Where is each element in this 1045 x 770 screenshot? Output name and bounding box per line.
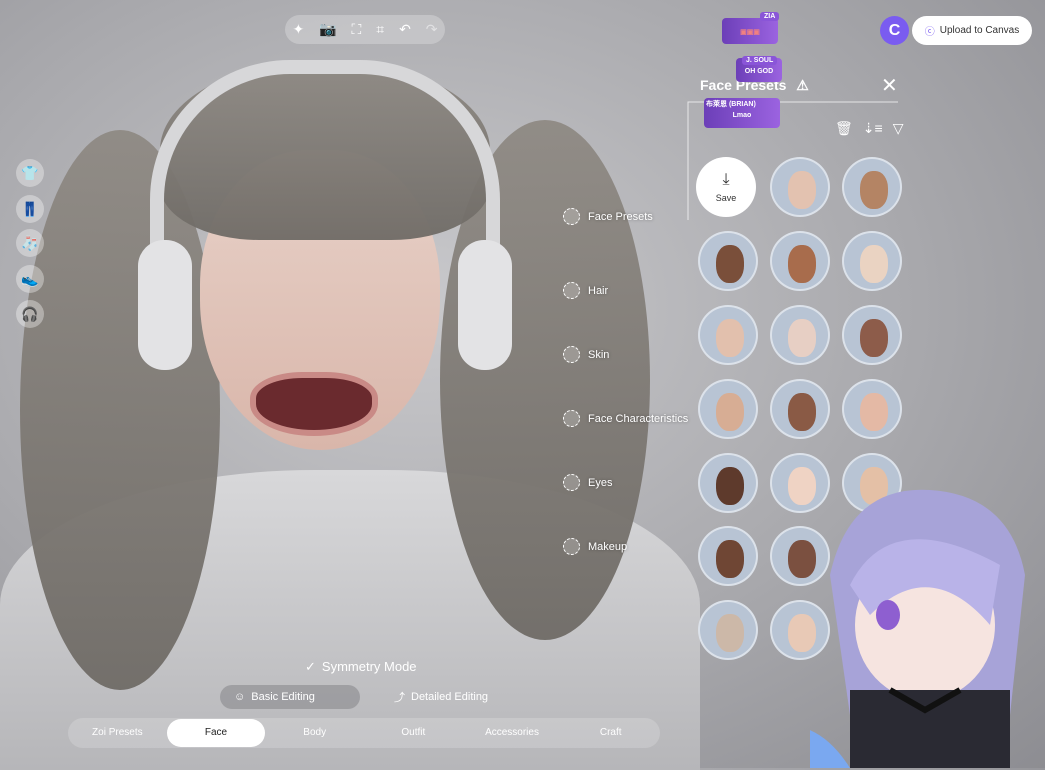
tab-zoi-presets[interactable]: Zoi Presets: [68, 719, 167, 747]
detailed-editing-button[interactable]: ⤴ Detailed Editing: [380, 685, 520, 709]
symmetry-mode-toggle[interactable]: ✓ Symmetry Mode: [305, 659, 417, 675]
face-preset[interactable]: [770, 305, 830, 365]
save-label: Save: [715, 193, 737, 203]
close-icon[interactable]: ✕: [881, 73, 898, 98]
curve-arrow-icon: ⤴: [394, 692, 405, 704]
menu-face-presets[interactable]: Face Presets: [563, 208, 653, 225]
panel-actions: 🗑 ⇣≡ ▽: [835, 120, 903, 137]
basic-label: Basic Editing: [251, 691, 315, 703]
sparkle-icon[interactable]: ✦: [292, 21, 304, 38]
tab-accessories[interactable]: Accessories: [463, 719, 562, 747]
canvas-logo-icon[interactable]: C: [880, 16, 909, 45]
face-preset[interactable]: [842, 231, 902, 291]
menu-makeup[interactable]: Makeup: [563, 538, 627, 555]
face-preset[interactable]: [698, 231, 758, 291]
menu-dot-icon: [563, 346, 580, 363]
headphone-cup-left: [138, 240, 192, 370]
face-preset[interactable]: [770, 231, 830, 291]
tab-craft[interactable]: Craft: [561, 719, 660, 747]
download-icon: ⤓: [722, 171, 730, 188]
face-preset[interactable]: [842, 157, 902, 217]
menu-label: Skin: [588, 348, 610, 361]
vtuber-avatar: [810, 489, 1025, 768]
tab-face[interactable]: Face: [166, 719, 266, 747]
character-mouth: [250, 372, 378, 436]
redo-icon[interactable]: ↷: [426, 21, 438, 38]
chat-message: ZIA ▣▣▣: [722, 12, 780, 44]
menu-skin[interactable]: Skin: [563, 346, 609, 363]
canvas-icon: ⓒ: [924, 27, 935, 38]
menu-label: Hair: [588, 284, 609, 297]
headphone-cup-right: [458, 240, 512, 370]
face-preset[interactable]: [842, 305, 902, 365]
menu-dot-icon: [563, 208, 580, 225]
upload-to-canvas-button[interactable]: ⓒ Upload to Canvas: [912, 16, 1032, 45]
menu-dot-icon: [563, 282, 580, 299]
face-icon: ☺: [234, 691, 246, 703]
delete-icon[interactable]: 🗑: [835, 120, 853, 137]
check-circle-icon: ✓: [305, 659, 316, 674]
menu-eyes[interactable]: Eyes: [563, 474, 612, 491]
symmetry-label: Symmetry Mode: [321, 659, 417, 674]
face-preset[interactable]: [698, 526, 758, 586]
socks-icon[interactable]: 🧦: [16, 229, 44, 257]
tab-body[interactable]: Body: [265, 719, 364, 747]
focus-icon[interactable]: ⛶: [352, 21, 362, 38]
face-preset[interactable]: [770, 379, 830, 439]
upload-label: Upload to Canvas: [939, 25, 1020, 36]
character-headphones: [150, 60, 500, 310]
face-preset[interactable]: [698, 379, 758, 439]
chat-message: J. SOUL OH GOD: [736, 56, 782, 82]
headphone-icon[interactable]: 🎧: [16, 300, 44, 328]
top-icon[interactable]: 👕: [16, 159, 44, 187]
shoes-icon[interactable]: 👟: [16, 265, 44, 293]
undo-icon[interactable]: ↶: [399, 21, 411, 38]
basic-editing-button[interactable]: ☺ Basic Editing: [220, 685, 360, 709]
warning-icon[interactable]: ⚠: [796, 77, 809, 93]
face-preset[interactable]: [698, 305, 758, 365]
face-preset[interactable]: [842, 379, 902, 439]
category-tabs: Zoi Presets Face Body Outfit Accessories…: [68, 718, 660, 748]
chat-message: 布萊恩 (BRIAN) Lmao: [704, 98, 780, 128]
menu-label: Makeup: [588, 540, 628, 553]
scan-icon[interactable]: ⌗: [376, 21, 384, 38]
menu-label: Eyes: [588, 476, 613, 489]
save-button[interactable]: ⤓ Save: [696, 157, 756, 217]
menu-label: Face Characteristics: [588, 412, 689, 425]
camera-icon[interactable]: 📷: [319, 21, 336, 38]
menu-dot-icon: [563, 474, 580, 491]
menu-label: Face Presets: [588, 210, 653, 223]
filter-icon[interactable]: ▽: [893, 120, 904, 137]
menu-face-characteristics[interactable]: Face Characteristics: [563, 410, 688, 427]
face-preset[interactable]: [698, 453, 758, 513]
menu-hair[interactable]: Hair: [563, 282, 608, 299]
face-preset[interactable]: [770, 157, 830, 217]
sort-icon[interactable]: ⇣≡: [863, 120, 883, 137]
tab-outfit[interactable]: Outfit: [364, 719, 463, 747]
detailed-label: Detailed Editing: [411, 691, 489, 703]
menu-dot-icon: [563, 410, 580, 427]
menu-dot-icon: [563, 538, 580, 555]
camera-toolbar: ✦ 📷 ⛶ ⌗ ↶ ↷: [285, 15, 445, 44]
face-preset[interactable]: [698, 600, 758, 660]
bottom-icon[interactable]: 👖: [16, 195, 44, 223]
